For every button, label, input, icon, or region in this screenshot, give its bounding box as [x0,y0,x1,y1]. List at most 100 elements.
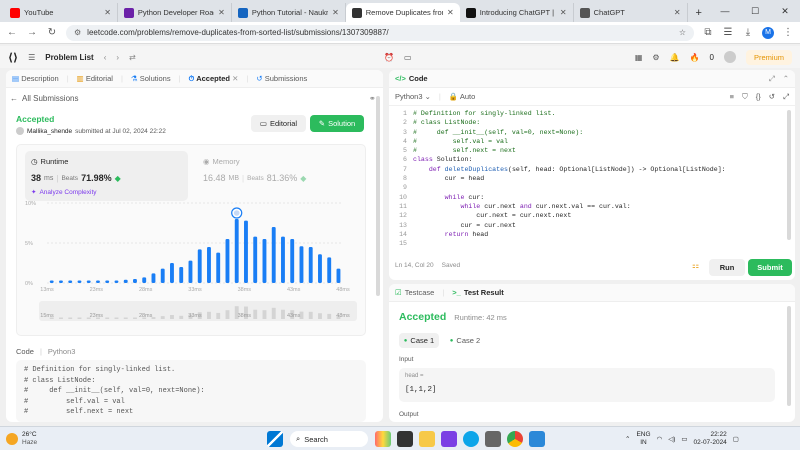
store-icon[interactable] [441,431,457,447]
tab-close-icon[interactable]: ✕ [674,8,681,17]
braces-icon[interactable]: {} [756,92,761,101]
streak-icon[interactable]: 🔥 [690,53,700,62]
editorial-button[interactable]: ▭ Editorial [251,115,306,132]
testcase-tab[interactable]: ☑ Testcase [395,288,434,297]
chrome-icon[interactable] [507,431,523,447]
tab-description[interactable]: ▤ Description [12,74,59,83]
collapse-icon[interactable]: ⌃ [783,74,789,83]
browser-tab[interactable]: Remove Duplicates from S ✕ [345,3,460,22]
battery-icon[interactable]: ▭ [681,435,687,443]
browser-tab[interactable]: ChatGPT ✕ [574,3,688,22]
expand-icon[interactable]: ⤢ [769,74,775,84]
browser-tab[interactable]: Python Tutorial - Naukri Co✕ [232,3,346,22]
clock[interactable]: 22:22 02-07-2024 [694,431,727,447]
tab-close-icon[interactable]: ✕ [560,8,567,17]
runtime-distribution-chart[interactable]: 10% 5% 0% 13ms 23ms 28ms 33ms 38ms 43ms 48ms 15ms 2… [17,145,367,337]
tab-close-icon[interactable]: ✕ [104,8,111,17]
more-icon[interactable]: ⋮ [782,27,794,38]
notepad-icon[interactable] [529,431,545,447]
left-scrollbar[interactable] [376,96,380,296]
code-tab[interactable]: </> Code [395,74,428,83]
problem-list-icon[interactable]: ☰ [28,53,35,62]
prev-problem-icon[interactable]: ‹ [104,53,107,62]
code-line[interactable]: 15 [393,240,783,249]
code-editor-area[interactable]: 1 # Definition for singly-linked list. 2 # … [393,110,783,250]
folder-icon[interactable] [419,431,435,447]
code-line[interactable]: 12 cur.next = cur.next.next [393,212,783,221]
url-field[interactable]: ⚙ leetcode.com/problems/remove-duplicate… [66,24,694,41]
format-icon[interactable]: ≡ [730,92,734,101]
notification-center-icon[interactable]: ▢ [733,435,739,443]
new-tab-button[interactable]: + [688,3,710,22]
tab-accepted[interactable]: ⏱ Accepted ✕ [189,74,239,84]
code-line[interactable]: 3 # def __init__(self, val=0, next=None): [393,129,783,138]
menu-icon[interactable]: ☰ [722,27,734,38]
user-avatar[interactable] [723,51,736,63]
code-line[interactable]: 9 [393,184,783,193]
code-line[interactable]: 4 # self.val = val [393,138,783,147]
code-line[interactable]: 6 class Solution: [393,156,783,165]
windows-start-icon[interactable] [267,431,283,447]
reload-icon[interactable]: ↻ [46,27,58,38]
editor-scrollbar[interactable] [787,110,791,240]
site-info-icon[interactable]: ⚙ [74,28,81,37]
coins-count[interactable]: 0 [710,53,714,62]
browser-tab[interactable]: Introducing ChatGPT | Ope ✕ [460,3,574,22]
layout-icon[interactable]: ▦ [635,53,643,62]
run-button[interactable]: Run [709,259,745,276]
back-icon[interactable]: ← [6,27,18,38]
code-line[interactable]: 8 cur = head [393,175,783,184]
premium-button[interactable]: Premium [745,49,792,65]
browser-tab[interactable]: Python Developer Roadmap ✕ [118,3,232,22]
widgets-icon[interactable] [375,431,391,447]
maximize-icon[interactable]: ☐ [740,6,770,17]
code-line[interactable]: 10 while cur: [393,194,783,203]
close-tab-icon[interactable]: ✕ [232,74,238,83]
reset-icon[interactable]: ↺ [769,92,775,101]
console-icon[interactable]: ⚏ [692,261,699,270]
shuffle-icon[interactable]: ⇄ [129,53,136,62]
downloads-icon[interactable]: ⤓ [742,27,754,38]
tab-close-icon[interactable]: ✕ [332,8,339,17]
tray-chevron-icon[interactable]: ⌃ [625,435,630,443]
settings-icon[interactable]: ⚙ [652,53,659,62]
volume-icon[interactable]: ◁) [668,435,675,443]
code-line[interactable]: 13 cur = cur.next [393,222,783,231]
submitter-name[interactable]: Mallika_shende [27,128,72,135]
code-line[interactable]: 7 def deleteDuplicates(self, head: Optio… [393,166,783,175]
language-select[interactable]: Python3 ⌄ [395,92,431,101]
weather-widget[interactable]: 26°C Haze [6,431,37,447]
all-submissions-link[interactable]: ← All Submissions [10,94,78,103]
tab-close-icon[interactable]: ✕ [447,8,454,17]
fullscreen-icon[interactable]: ⤢ [783,92,789,102]
bookmark-icon[interactable]: ⛉ [742,92,748,102]
case1-button[interactable]: ● Case 1 [399,333,439,348]
auto-mode-toggle[interactable]: 🔒 Auto [449,92,475,101]
notifications-icon[interactable]: 🔔 [670,53,680,62]
next-problem-icon[interactable]: › [116,53,119,62]
minimize-icon[interactable]: — [710,6,740,16]
case2-button[interactable]: ● Case 2 [445,333,485,348]
problem-list-link[interactable]: Problem List [45,53,93,62]
taskbar-search[interactable]: ⌕ Search [290,431,368,447]
close-icon[interactable]: ✕ [770,6,800,17]
code-line[interactable]: 5 # self.next = next [393,147,783,156]
timer-icon[interactable]: ⏰ [384,53,394,62]
code-line[interactable]: 1 # Definition for singly-linked list. [393,110,783,119]
tab-submissions[interactable]: ↺ Submissions [256,74,307,83]
language-indicator[interactable]: ENG IN [636,431,650,447]
file-explorer-icon[interactable] [397,431,413,447]
edge-icon[interactable] [463,431,479,447]
code-line[interactable]: 14 return head [393,231,783,240]
forward-icon[interactable]: → [26,27,38,38]
tab-solutions[interactable]: ⚗ Solutions [131,74,171,83]
extensions-icon[interactable]: ⧉ [702,27,714,38]
solution-button[interactable]: ✎ Solution [310,115,364,132]
bookmark-star-icon[interactable]: ☆ [679,28,686,37]
leetcode-logo-icon[interactable]: ⟨⟩ [8,51,18,64]
settings-app-icon[interactable] [485,431,501,447]
code-line[interactable]: 11 while cur.next and cur.next.val == cu… [393,203,783,212]
submit-button[interactable]: Submit [748,259,792,276]
notes-icon[interactable]: ▭ [404,53,412,62]
profile-avatar[interactable]: M [762,26,774,39]
